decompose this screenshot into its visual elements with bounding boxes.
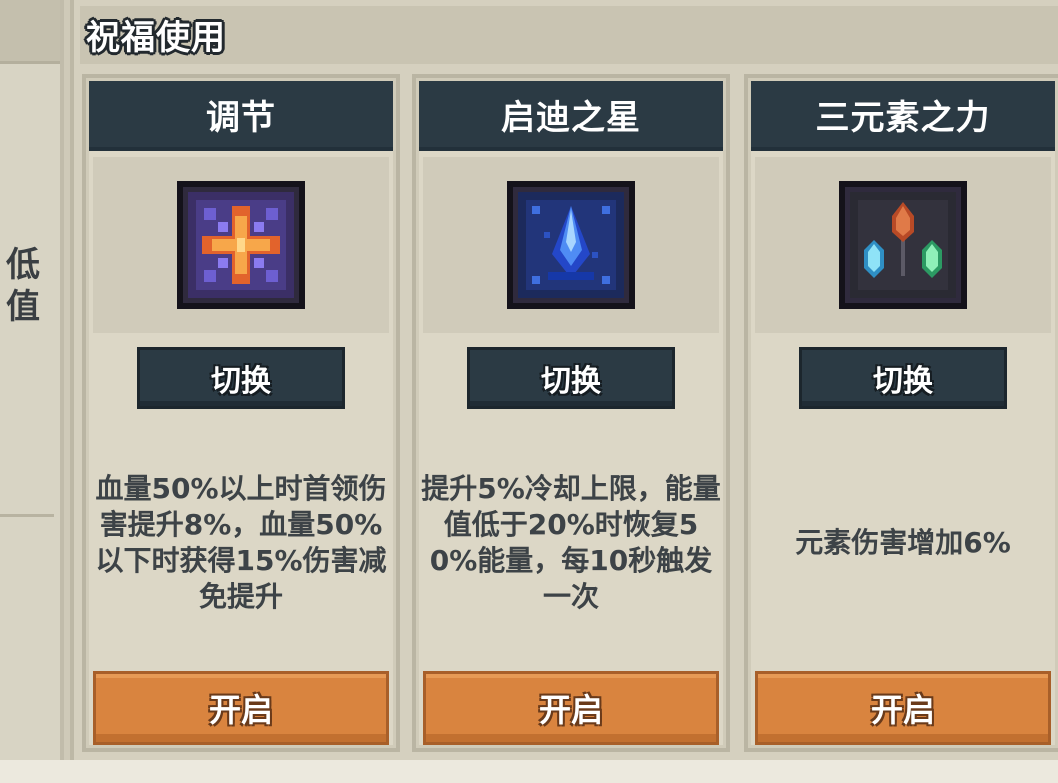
card-title-bar: 三元素之力 [751,81,1055,151]
open-button[interactable]: 开启 [93,671,389,745]
card-title: 调节 [206,97,276,138]
switch-button[interactable]: 切换 [137,347,345,409]
previous-panel-text: 低 值 [6,245,40,327]
icon-area [755,157,1051,333]
card-title: 启迪之星 [501,97,641,138]
switch-label: 切换 [211,364,271,399]
open-button[interactable]: 开启 [423,671,719,745]
card-title-bar: 启迪之星 [419,81,723,151]
card-title-bar: 调节 [89,81,393,151]
open-label: 开启 [870,691,935,729]
description-text: 提升5%冷却上限，能量值低于20%时恢复50%能量，每10秒触发一次 [421,472,721,613]
previous-panel-header [0,0,60,64]
open-label: 开启 [208,691,273,729]
switch-label: 切换 [541,364,601,399]
open-button[interactable]: 开启 [755,671,1051,745]
icon-area [423,157,719,333]
card-title: 三元素之力 [815,97,991,138]
open-label: 开启 [538,691,603,729]
previous-panel: 低 值 [0,0,64,760]
bottom-strip [0,760,1058,783]
description-text: 血量50%以上时首领伤害提升8%，血量50%以下时获得15%伤害减免提升 [95,472,387,613]
switch-button[interactable]: 切换 [799,347,1007,409]
section-title: 祝福使用 [86,18,226,58]
section-header [80,6,1058,64]
blessing-card-adjust: 调节 切换 血量50%以上时首领伤害提升8%，血量50%以下时获得15%伤害减免… [82,74,400,752]
three-gems-icon [839,181,967,309]
description-text: 元素伤害增加6% [795,526,1011,559]
icon-area [93,157,389,333]
card-description: 血量50%以上时首领伤害提升8%，血量50%以下时获得15%伤害减免提升 [89,423,393,663]
blue-crystal-icon [507,181,635,309]
previous-panel-divider [0,514,54,517]
blessing-card-three-elements: 三元素之力 切换 元素伤害增加6% 开启 [744,74,1058,752]
card-description: 元素伤害增加6% [751,423,1055,663]
switch-button[interactable]: 切换 [467,347,675,409]
card-description: 提升5%冷却上限，能量值低于20%时恢复50%能量，每10秒触发一次 [419,423,723,663]
cross-rune-icon [177,181,305,309]
switch-label: 切换 [873,364,933,399]
blessing-card-enlightenment-star: 启迪之星 切换 提升5%冷却上限，能量值低于20%时恢复50%能量，每10秒触发… [412,74,730,752]
